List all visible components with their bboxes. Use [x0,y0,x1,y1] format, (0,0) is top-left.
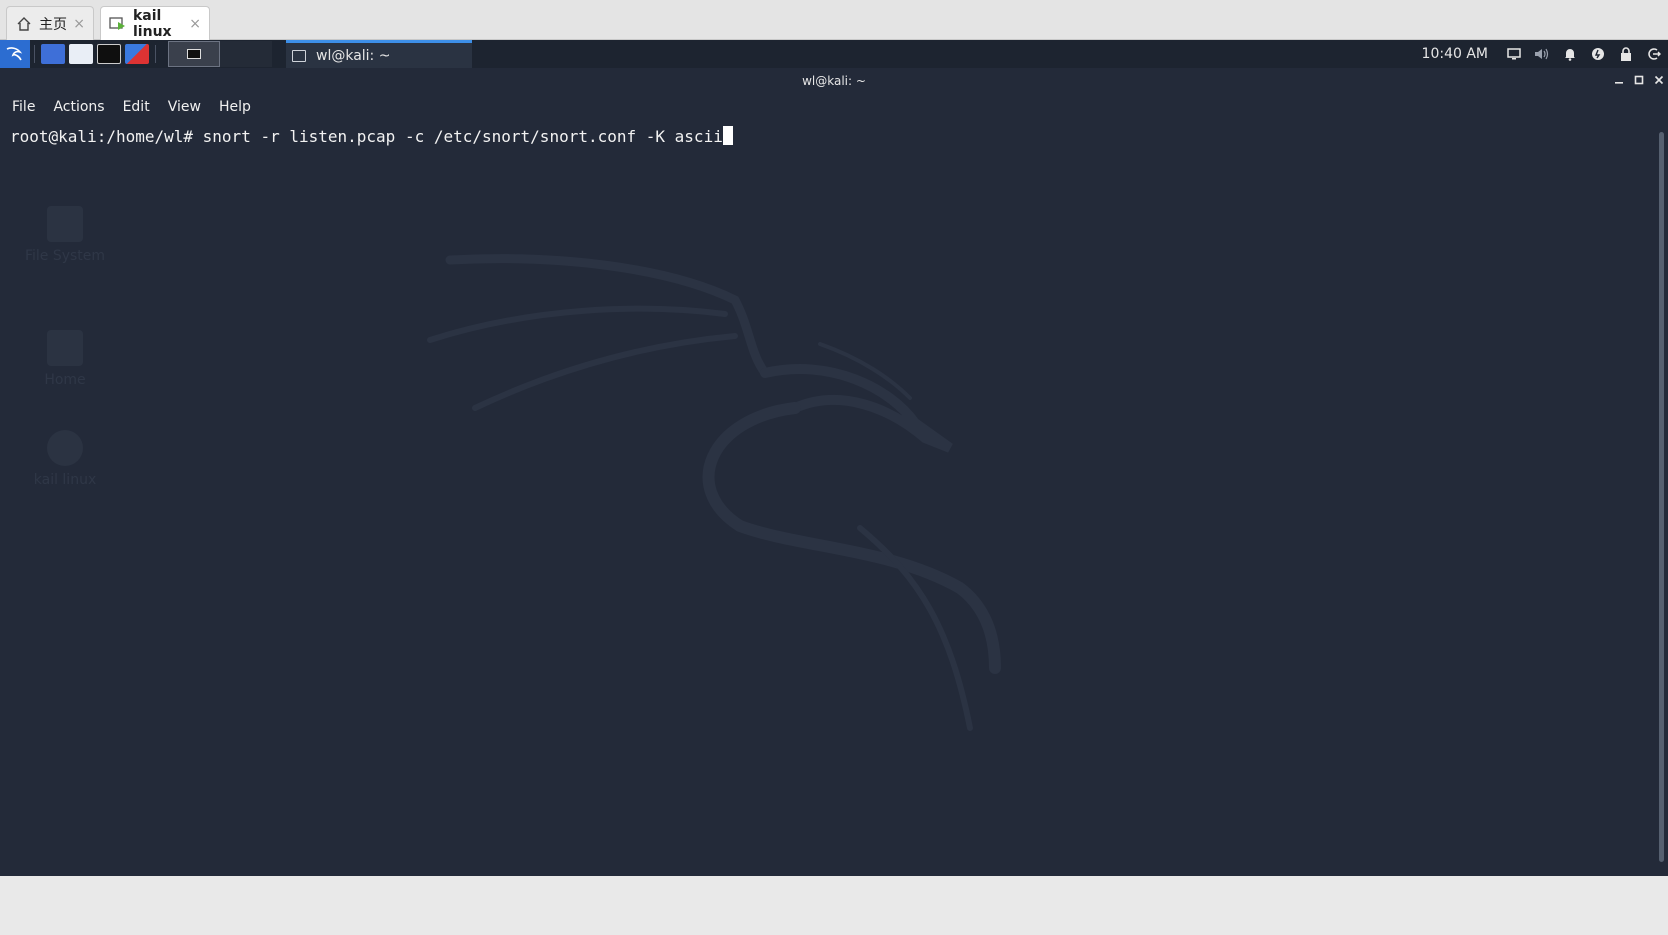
host-tab-vm-label: kail linux [133,7,172,40]
window-title: wl@kali: ~ [802,74,866,88]
text-cursor [722,126,733,145]
vm-icon [109,15,127,33]
disc-icon [47,430,83,466]
terminal-icon [292,49,306,62]
menu-file[interactable]: File [12,99,35,115]
file-manager-icon[interactable] [69,44,93,64]
close-icon[interactable] [1654,74,1664,88]
desktop-icon-label: File System [24,248,106,264]
lock-icon[interactable] [1612,40,1640,68]
desktop-icon-file-system[interactable]: File System [20,206,110,264]
bell-icon[interactable] [1556,40,1584,68]
menu-view[interactable]: View [168,99,201,115]
launcher [0,40,272,68]
system-tray: 10:40 AM [1422,40,1668,68]
terminal-console[interactable]: root@kali:/home/wl# snort -r listen.pcap… [10,126,733,146]
desktop-icon-home[interactable]: Home [20,330,110,388]
desktop-icon-label: Home [44,372,86,388]
home-icon [15,15,33,33]
close-icon[interactable]: × [189,16,201,32]
close-icon[interactable]: × [73,16,85,32]
host-tab-vm[interactable]: kail linux × [100,6,210,40]
volume-icon[interactable] [1528,40,1556,68]
menu-edit[interactable]: Edit [123,99,150,115]
maximize-icon[interactable] [1634,74,1644,88]
home-folder-icon [47,330,83,366]
host-tab-home[interactable]: 主页 × [6,6,94,40]
kali-menu-icon[interactable] [0,40,30,68]
minimize-icon[interactable] [1614,74,1624,88]
desktop-show-icon[interactable] [41,44,65,64]
menu-help[interactable]: Help [219,99,251,115]
drive-icon [47,206,83,242]
separator [34,45,35,63]
host-bottom-area [0,876,1668,935]
menu-bar: File Actions Edit View Help [0,94,269,120]
logout-icon[interactable] [1640,40,1668,68]
separator [155,45,156,63]
desktop-icon-vm[interactable]: kail linux [20,430,110,488]
desktop-icon-label: kail linux [33,472,97,488]
window-thumb-icon [187,49,201,59]
host-tab-home-label: 主页 [39,16,67,33]
window-controls [1614,68,1664,94]
scrollbar[interactable] [1659,132,1664,862]
taskbar-terminal-button[interactable]: wl@kali: ~ [286,40,472,68]
workspace-1[interactable] [168,41,220,67]
terminal-window[interactable]: File System Home kail linux wl@kali: ~ F… [0,68,1668,876]
shell-prompt: root@kali:/home/wl# [10,127,203,146]
taskbar-terminal-label: wl@kali: ~ [316,47,391,64]
workspace-2[interactable] [220,41,272,67]
kali-dragon-watermark [427,254,1001,731]
terminal-launcher-icon[interactable] [97,44,121,64]
command-text: snort -r listen.pcap -c /etc/snort/snort… [202,127,723,146]
clock[interactable]: 10:40 AM [1422,46,1488,62]
host-tab-strip: 主页 × kail linux × [0,0,1668,40]
top-panel: wl@kali: ~ 10:40 AM [0,40,1668,68]
display-icon[interactable] [1500,40,1528,68]
menu-actions[interactable]: Actions [53,99,104,115]
power-icon[interactable] [1584,40,1612,68]
browser-launcher-icon[interactable] [125,44,149,64]
